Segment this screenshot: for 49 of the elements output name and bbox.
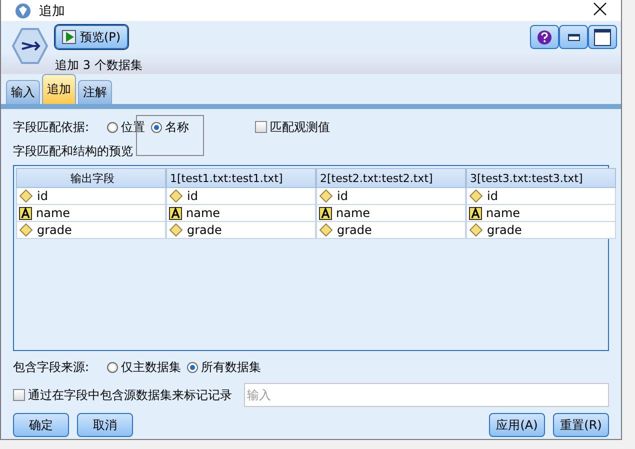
field-name: name [36,206,70,220]
tab[interactable]: 输入 [6,80,40,104]
play-icon [62,30,76,44]
subtitle: 追加 3 个数据集 [55,57,144,74]
dialog-button[interactable]: 确定 [13,413,69,437]
help-icon [537,30,552,44]
maximize-icon [594,28,611,46]
field-name: name [186,206,220,220]
include-from-label: 包含字段来源: [13,358,90,376]
dialog-button[interactable]: 应用(A) [489,413,545,437]
field-name: id [487,189,498,203]
field-name: name [336,206,370,220]
dialog-button[interactable]: 重置(R) [553,413,609,437]
letter-a-icon [19,206,32,220]
match-by-label: 字段匹配依据: [13,118,90,136]
field-name: id [37,189,48,203]
radio-option[interactable]: 仅主数据集 [107,358,182,376]
column-header: 输出字段 [16,168,166,188]
column-header: 1[test1.txt:test1.txt] [166,168,316,188]
field-name: grade [187,223,222,237]
input-field[interactable]: 输入 [244,383,609,407]
preview-button[interactable]: 预览(P) [55,25,128,49]
column-header: 3[test3.txt:test3.txt] [466,168,616,188]
app-icon [15,2,31,18]
field-name: grade [487,223,522,237]
radio-option[interactable]: 名称 [151,118,190,136]
help-button[interactable] [530,25,559,49]
tab[interactable]: 追加 [42,74,76,104]
dialog-button[interactable]: 取消 [77,413,133,437]
letter-a-icon [319,206,332,220]
letter-a-icon [469,206,482,220]
field-name: id [337,189,348,203]
field-name: id [187,189,198,203]
close-icon [593,2,607,16]
maximize-button[interactable] [588,25,617,49]
preview-label: 字段匹配和结构的预览 [13,142,133,160]
tab[interactable]: 注解 [78,80,112,104]
checkbox-option[interactable]: 通过在字段中包含源数据集来标记记录 [13,386,232,404]
column-header: 2[test2.txt:test2.txt] [316,168,466,188]
node-icon [11,27,49,65]
field-name: grade [37,223,72,237]
radio-option[interactable]: 所有数据集 [187,358,262,376]
window-title: 追加 [39,2,66,20]
checkbox-option[interactable]: 匹配观测值 [255,118,330,136]
letter-a-icon [169,206,182,220]
minimize-icon [568,34,580,40]
field-name: name [486,206,520,220]
field-name: grade [337,223,372,237]
minimize-button[interactable] [559,25,588,49]
